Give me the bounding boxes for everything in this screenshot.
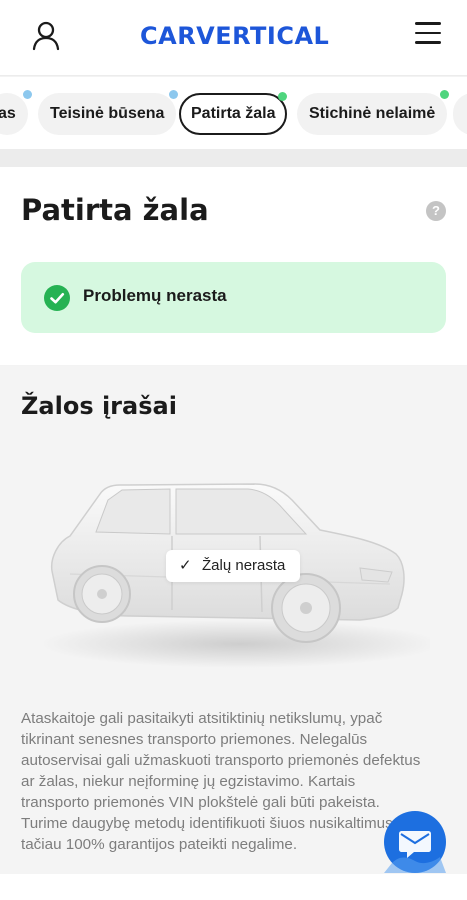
tab-next[interactable]: [453, 93, 467, 135]
tab-indicator-dot: [169, 90, 179, 99]
hamburger-menu-icon[interactable]: [415, 22, 441, 46]
disclaimer-text: Ataskaitoje gali pasitaikyti atsitiktini…: [21, 710, 421, 853]
tab-label: Patirta žala: [191, 105, 276, 122]
tab-indicator-dot: [278, 92, 288, 101]
damage-records-section: Žalos įrašai ✓ Žalų nerasta Ataskaitoje …: [0, 366, 467, 874]
section-tabs: as Teisinė būsena Patirta žala Stichinė …: [0, 77, 467, 149]
no-damage-badge: ✓ Žalų nerasta: [166, 550, 300, 582]
carvertical-logo[interactable]: CARVERTICAL: [140, 20, 330, 52]
user-icon[interactable]: [30, 20, 62, 52]
section-title: Žalos įrašai: [21, 392, 177, 420]
help-icon[interactable]: ?: [426, 201, 446, 221]
section-divider: [0, 149, 467, 167]
tab-indicator-dot: [22, 90, 32, 99]
status-banner: Problemų nerasta: [21, 262, 446, 333]
page-title: Patirta žala: [21, 193, 209, 227]
tab-teisine-busena[interactable]: Teisinė būsena: [38, 90, 179, 135]
tab-patirta-zala[interactable]: Patirta žala: [179, 92, 288, 135]
tab-stichine-nelaime[interactable]: Stichinė nelaimė: [297, 90, 450, 135]
damage-section: Patirta žala ? Problemų nerasta: [0, 167, 467, 365]
tab-previous[interactable]: as: [0, 90, 32, 135]
tab-label: Stichinė nelaimė: [309, 105, 436, 122]
check-icon: ✓: [179, 557, 192, 574]
tab-indicator-dot: [440, 90, 450, 99]
tab-label: Teisinė būsena: [50, 105, 165, 122]
tab-label: as: [0, 105, 16, 122]
header: CARVERTICAL: [0, 0, 467, 76]
bottom-area: [0, 874, 467, 900]
check-circle-icon: [44, 285, 70, 311]
chat-icon[interactable]: [384, 811, 446, 873]
badge-text: Žalų nerasta: [202, 557, 286, 574]
status-text: Problemų nerasta: [83, 286, 227, 305]
